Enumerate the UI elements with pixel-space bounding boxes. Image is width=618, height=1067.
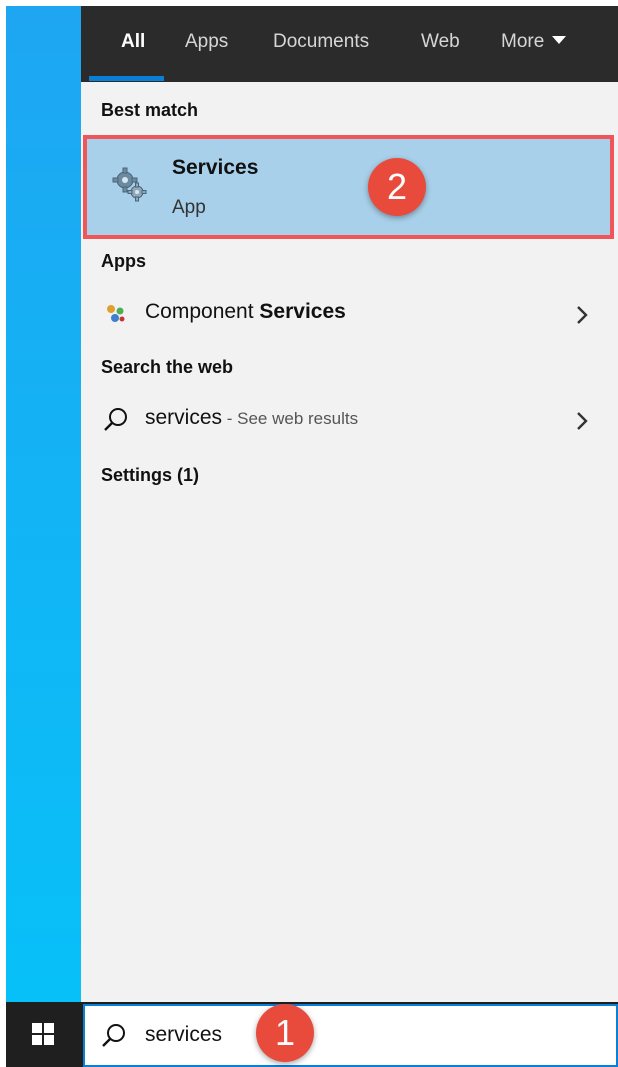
tab-all[interactable]: All <box>121 6 145 82</box>
caret-down-icon <box>552 36 567 44</box>
search-value: services <box>145 1023 223 1046</box>
best-match-services[interactable]: Services App <box>83 135 614 239</box>
windows-logo-icon <box>32 1023 54 1045</box>
annotation-step-1: 1 <box>256 1004 314 1062</box>
best-match-title: Services <box>172 156 259 179</box>
tab-more[interactable]: More <box>501 6 567 82</box>
app-item-label: Component Services <box>145 300 346 323</box>
search-icon <box>102 1024 125 1047</box>
web-result-services[interactable]: services - See web results <box>81 394 618 446</box>
section-settings[interactable]: Settings (1) <box>101 465 199 486</box>
taskbar: services 1 <box>6 1002 618 1067</box>
section-best-match: Best match <box>101 100 199 120</box>
best-match-subtitle: App <box>172 197 206 218</box>
chevron-right-icon[interactable] <box>572 409 592 433</box>
search-tabs: All Apps Documents Web More <box>81 6 618 82</box>
tab-documents[interactable]: Documents <box>273 6 369 82</box>
tab-web[interactable]: Web <box>421 6 460 82</box>
app-item-component-services[interactable]: Component Services <box>81 288 618 340</box>
search-panel: All Apps Documents Web More Best match S… <box>81 6 618 1002</box>
chevron-right-icon[interactable] <box>572 303 592 327</box>
annotation-step-2: 2 <box>368 158 426 216</box>
tab-more-label: More <box>501 31 545 52</box>
component-services-icon <box>107 305 125 322</box>
taskbar-search-input[interactable]: services <box>83 1004 618 1067</box>
web-result-label: services - See web results <box>145 406 359 429</box>
section-search-web: Search the web <box>101 357 234 377</box>
start-button[interactable] <box>6 1002 81 1067</box>
tab-apps[interactable]: Apps <box>185 6 228 82</box>
section-apps: Apps <box>101 251 146 271</box>
screen: All Apps Documents Web More Best match S… <box>6 6 618 1067</box>
gear-icon <box>112 167 147 202</box>
desktop-background <box>6 6 81 1002</box>
active-tab-indicator <box>89 76 164 81</box>
search-icon <box>104 408 127 431</box>
